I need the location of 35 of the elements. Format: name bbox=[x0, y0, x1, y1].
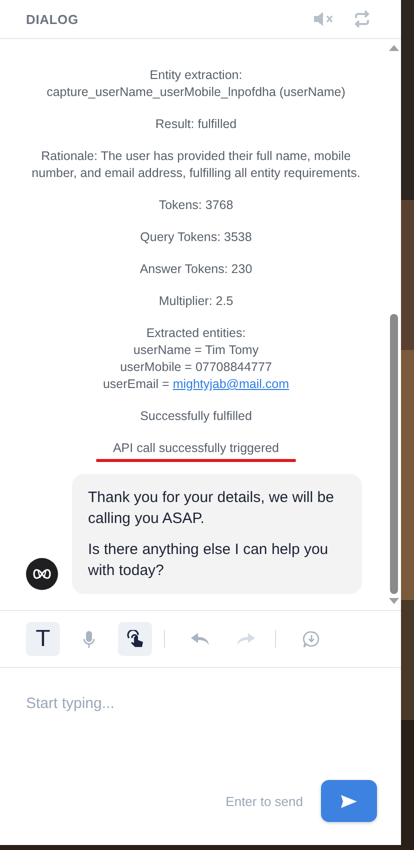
message-text: Thank you for your details, we will be calling you ASAP. bbox=[88, 488, 335, 529]
scroll-down-icon[interactable] bbox=[389, 598, 399, 604]
undo-icon bbox=[191, 633, 209, 645]
log-text: Successfully fulfilled bbox=[140, 408, 252, 425]
bot-avatar bbox=[26, 558, 58, 590]
log-text: Extracted entities: bbox=[146, 325, 246, 342]
mute-icon[interactable] bbox=[313, 11, 335, 27]
send-button[interactable] bbox=[321, 780, 377, 822]
message-text: Is there anything else I can help you with today? bbox=[88, 540, 330, 581]
email-link[interactable]: mightyjab@mail.com bbox=[172, 377, 290, 391]
send-hint: Enter to send bbox=[226, 794, 303, 808]
log-text: API call successfully triggered bbox=[112, 440, 280, 457]
touch-mode-button[interactable] bbox=[118, 622, 152, 656]
log-text: Tokens: 3768 bbox=[158, 197, 234, 214]
log-text: userEmail = bbox=[102, 377, 170, 391]
log-text: Entity extraction: bbox=[150, 67, 242, 84]
send-icon bbox=[341, 794, 357, 808]
redo-icon bbox=[237, 633, 255, 645]
log-text: userName = Tim Tomy bbox=[133, 342, 259, 359]
log-text: Result: fulfilled bbox=[155, 116, 237, 133]
log-text: Multiplier: 2.5 bbox=[158, 293, 234, 310]
text-mode-button[interactable]: T bbox=[26, 622, 60, 656]
scroll-up-icon[interactable] bbox=[389, 45, 399, 51]
panel-title: DIALOG bbox=[26, 12, 78, 26]
scrollbar-thumb[interactable] bbox=[390, 314, 398, 594]
log-text: userMobile = 07708844777 bbox=[120, 359, 272, 376]
microphone-icon bbox=[83, 630, 95, 648]
log-text: Query Tokens: 3538 bbox=[140, 229, 252, 246]
chat-download-icon bbox=[302, 630, 320, 648]
log-text: capture_userName_userMobile_lnpofdha (userName) bbox=[46, 84, 346, 101]
refresh-icon[interactable] bbox=[353, 10, 371, 28]
log-text: Answer Tokens: 230 bbox=[140, 261, 252, 278]
message-input[interactable]: Start typing... bbox=[26, 692, 377, 714]
log-text: Rationale: The user has provided their full name, mobile number, and email address, fulfilling all entity requirements. bbox=[30, 148, 362, 182]
tap-hand-icon bbox=[126, 630, 144, 648]
